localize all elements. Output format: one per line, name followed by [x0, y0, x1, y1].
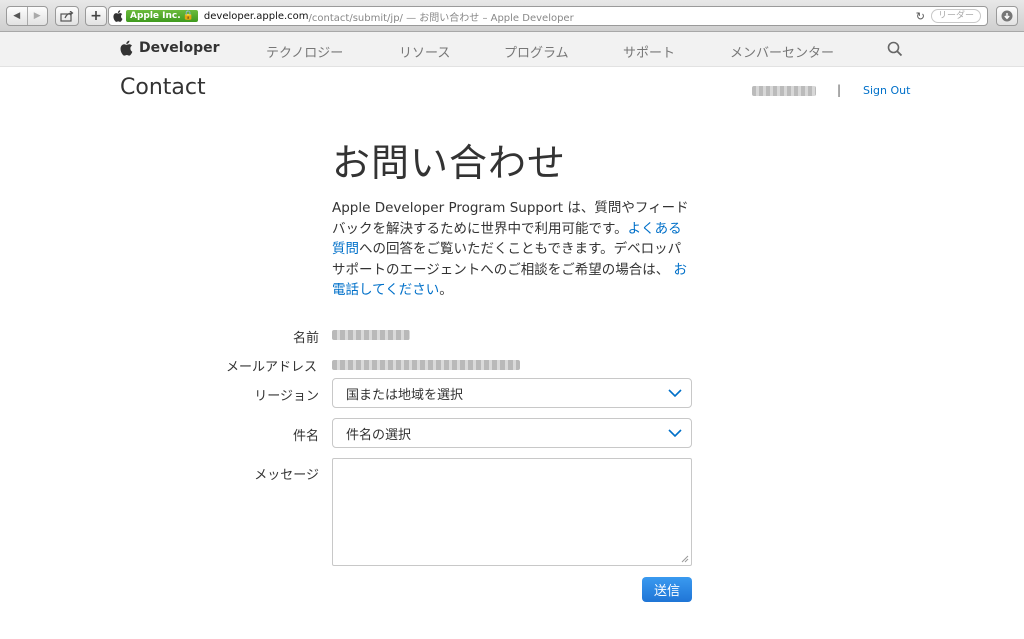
apple-logo-icon: [113, 10, 123, 22]
share-button[interactable]: [55, 6, 79, 26]
nav-resources[interactable]: リソース: [399, 42, 450, 61]
email-value-redacted: [332, 360, 520, 370]
name-value-redacted: [332, 330, 410, 340]
message-textarea[interactable]: [332, 458, 692, 566]
region-select-value: 国または地域を選択: [346, 387, 464, 403]
page-heading: Contact: [120, 75, 206, 100]
subject-label: 件名: [292, 429, 319, 444]
nav-support[interactable]: サポート: [623, 42, 675, 61]
download-icon: [1001, 10, 1013, 22]
nav-technologies[interactable]: テクノロジー: [266, 42, 343, 61]
developer-home-link[interactable]: Developer: [120, 40, 220, 56]
lock-icon: 🔒: [182, 11, 194, 21]
search-icon[interactable]: [887, 41, 903, 57]
region-label: リージョン: [254, 389, 319, 404]
name-label: 名前: [292, 331, 319, 346]
url-host: developer.apple.com: [203, 10, 309, 22]
browser-toolbar: ◀ ▶ + Apple Inc. 🔒 developer.apple.com /…: [0, 0, 1024, 32]
share-icon: [60, 10, 74, 22]
history-buttons: ◀ ▶: [6, 6, 48, 26]
email-label: メールアドレス: [225, 360, 317, 375]
subject-select-value: 件名の選択: [346, 427, 412, 443]
forward-icon[interactable]: ▶: [26, 7, 48, 25]
url-path: /contact/submit/jp/ — お問い合わせ – Apple Dev…: [308, 12, 574, 24]
back-icon[interactable]: ◀: [7, 7, 27, 25]
address-bar[interactable]: Apple Inc. 🔒 developer.apple.com /contac…: [108, 6, 988, 26]
region-select[interactable]: 国または地域を選択: [332, 378, 692, 408]
chevron-down-icon: [668, 389, 682, 398]
submit-button[interactable]: 送信: [642, 577, 692, 602]
intro-text-3: 。: [439, 282, 453, 298]
chevron-down-icon: [668, 429, 682, 438]
sign-out-link[interactable]: Sign Out: [863, 84, 910, 97]
user-name-redacted: [752, 86, 816, 96]
nav-programs[interactable]: プログラム: [504, 42, 569, 61]
message-label: メッセージ: [254, 468, 319, 483]
intro-paragraph: Apple Developer Program Support は、質問やフィー…: [332, 198, 692, 301]
nav-member-center[interactable]: メンバーセンター: [730, 42, 834, 61]
brand-name: Developer: [139, 40, 220, 56]
reload-icon[interactable]: ↻: [916, 10, 925, 23]
resize-grip-icon[interactable]: [681, 555, 689, 563]
header-divider: |: [837, 83, 842, 97]
subject-select[interactable]: 件名の選択: [332, 418, 692, 448]
page-title: お問い合わせ: [332, 141, 567, 185]
apple-logo-icon: [120, 40, 133, 56]
ev-label: Apple Inc.: [130, 11, 181, 21]
site-navigation: Developer テクノロジー リソース プログラム サポート メンバーセンタ…: [0, 32, 1024, 67]
downloads-button[interactable]: [996, 6, 1018, 26]
ev-certificate-badge[interactable]: Apple Inc. 🔒: [126, 10, 198, 22]
intro-text-2: への回答をご覧いただくこともできます。デベロッパサポートのエージェントへのご相談…: [332, 241, 682, 278]
add-tab-button[interactable]: +: [85, 6, 107, 26]
plus-icon: +: [90, 8, 102, 24]
reader-button[interactable]: リーダー: [930, 9, 981, 23]
